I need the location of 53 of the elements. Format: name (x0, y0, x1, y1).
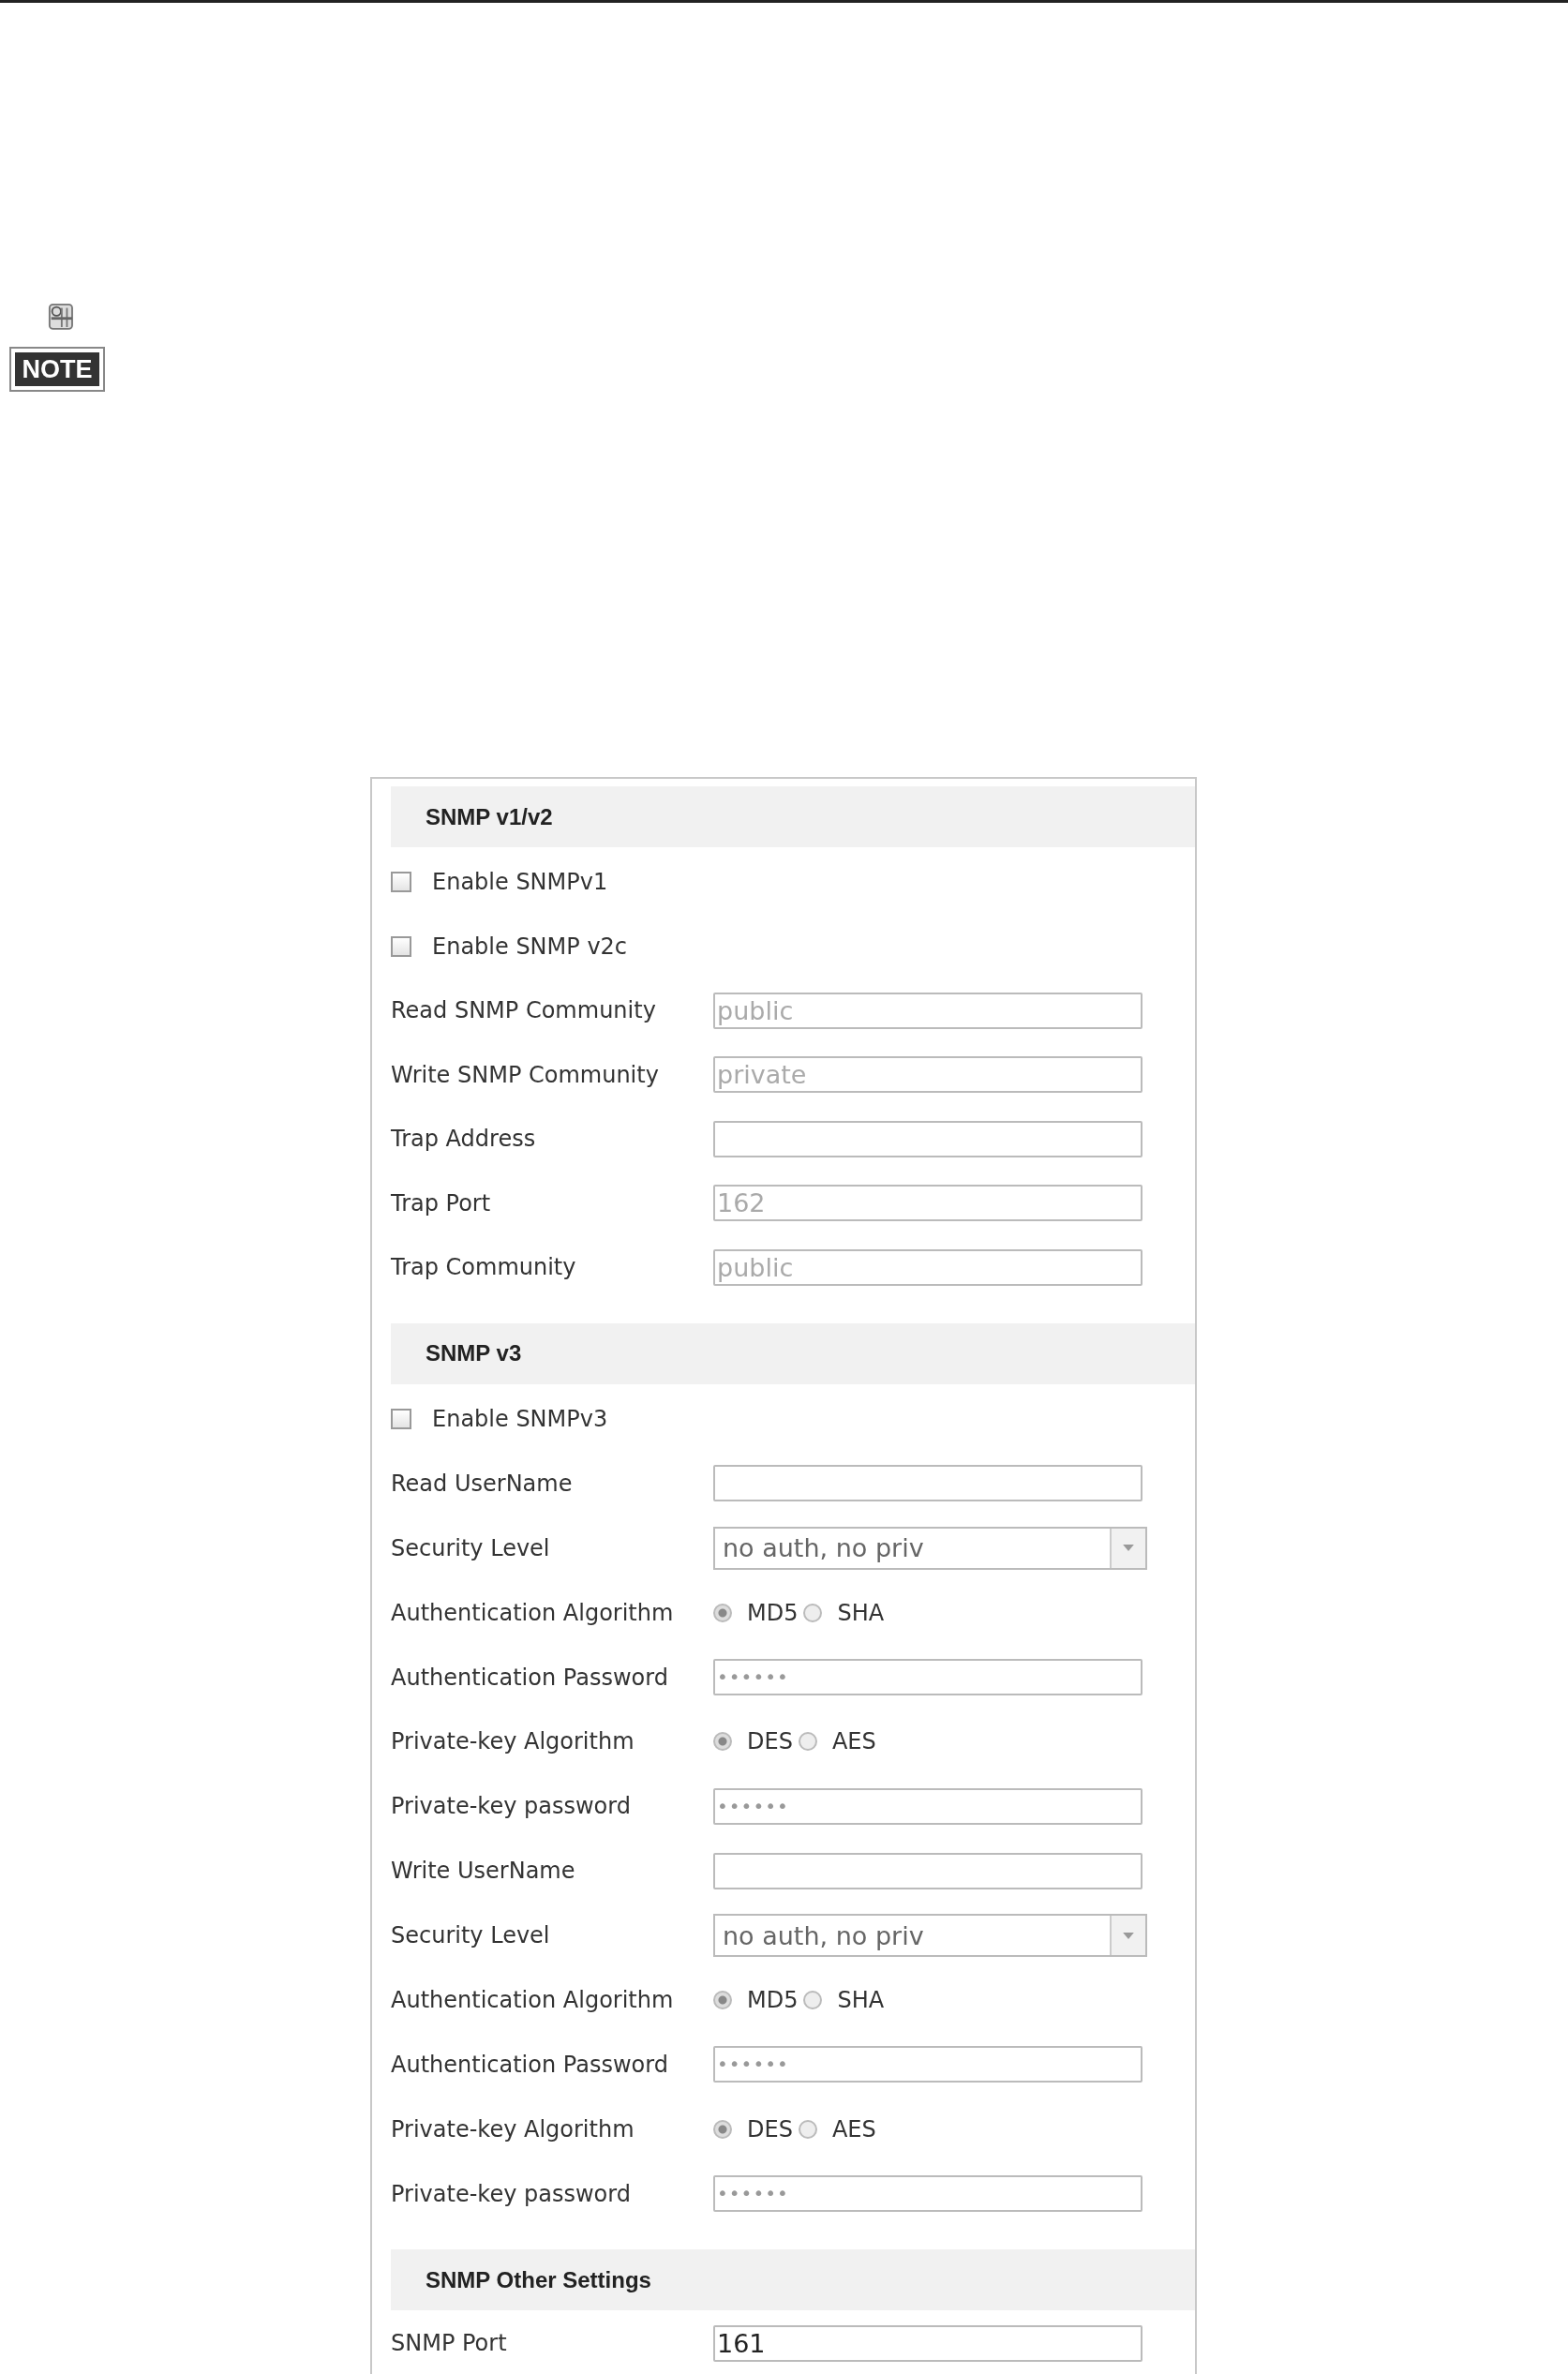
field-label: Security Level (391, 1534, 551, 1561)
dropdown[interactable]: no auth, no priv (713, 1914, 1147, 1958)
radio-label: MD5 (747, 1986, 799, 2013)
radio-label: AES (831, 1728, 876, 1755)
password-field[interactable]: •••••• (713, 1787, 1142, 1825)
radio-label: DES (747, 2115, 793, 2143)
radio-label: AES (831, 2115, 876, 2143)
input-field[interactable] (713, 1465, 1142, 1502)
checkbox-label: Enable SNMPv1 (432, 869, 608, 896)
field-label: SNMP Port (391, 2330, 508, 2357)
input-field[interactable]: 161 (713, 2324, 1142, 2362)
radio-label: DES (747, 1728, 793, 1755)
checkbox[interactable] (391, 872, 411, 893)
radio-button[interactable] (803, 1990, 823, 2009)
section-title: SNMP v3 (426, 1340, 522, 1366)
field-label: Private-key password (391, 2180, 632, 2207)
field-label: Trap Address (391, 1126, 537, 1153)
radio-button[interactable] (798, 1732, 817, 1752)
checkbox-label: Enable SNMPv3 (432, 1405, 608, 1432)
radio-button[interactable] (713, 1603, 732, 1622)
field-label: Private-key password (391, 1793, 632, 1820)
field-label: Write SNMP Community (391, 1061, 660, 1088)
field-label: Read UserName (391, 1470, 574, 1497)
radio-label: SHA (837, 1599, 885, 1626)
password-field[interactable]: •••••• (713, 2175, 1142, 2213)
radio-button[interactable] (713, 1990, 732, 2009)
field-label: Authentication Password (391, 1664, 669, 1691)
section-title: SNMP v1/v2 (426, 803, 553, 830)
password-field[interactable]: •••••• (713, 1659, 1142, 1695)
radio-label: SHA (837, 1986, 885, 2013)
field-label: Authentication Algorithm (391, 1599, 675, 1626)
field-label: Trap Community (391, 1254, 577, 1281)
password-field[interactable]: •••••• (713, 2046, 1142, 2083)
input-field[interactable] (713, 1852, 1142, 1889)
dropdown[interactable]: no auth, no priv (713, 1526, 1147, 1570)
field-label: Read SNMP Community (391, 997, 657, 1024)
field-label: Private-key Algorithm (391, 1728, 635, 1755)
radio-button[interactable] (713, 2119, 732, 2139)
section-title: SNMP Other Settings (426, 2266, 651, 2293)
field-label: Trap Port (391, 1189, 492, 1217)
checkbox[interactable] (391, 935, 411, 957)
radio-button[interactable] (713, 1732, 732, 1752)
checkbox[interactable] (391, 1408, 411, 1429)
field-label: Authentication Algorithm (391, 1986, 675, 2013)
field-label: Security Level (391, 1922, 551, 1949)
radio-button[interactable] (803, 1603, 823, 1622)
radio-label: MD5 (747, 1599, 799, 1626)
field-label: Authentication Password (391, 2051, 669, 2078)
field-label: Private-key Algorithm (391, 2115, 635, 2143)
field-label: Write UserName (391, 1858, 576, 1885)
radio-button[interactable] (798, 2119, 817, 2139)
checkbox-label: Enable SNMP v2c (432, 933, 628, 960)
input-field[interactable] (713, 1120, 1142, 1157)
